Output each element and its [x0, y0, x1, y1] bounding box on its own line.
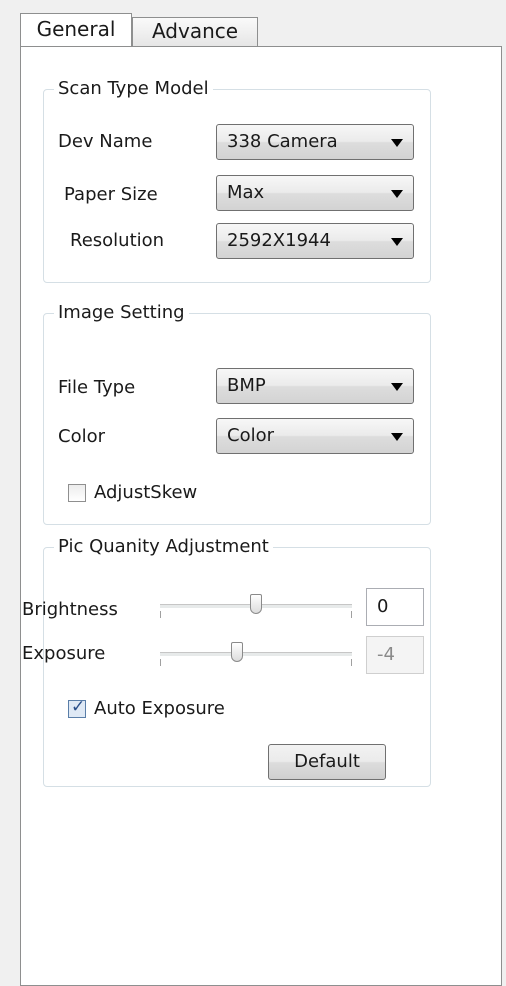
brightness-slider[interactable]: [160, 594, 352, 618]
chevron-down-icon: [391, 238, 403, 246]
resolution-label: Resolution: [70, 230, 164, 251]
dev-name-label: Dev Name: [58, 131, 153, 152]
checkmark-icon: ✓: [71, 697, 86, 717]
auto-exposure-label[interactable]: Auto Exposure: [94, 697, 225, 721]
resolution-select[interactable]: 2592X1944: [216, 223, 414, 259]
brightness-slider-thumb[interactable]: [250, 594, 262, 614]
pic-quality-group: Pic Quanity Adjustment Brightness 0 Expo…: [22, 535, 431, 787]
brightness-label: Brightness: [22, 599, 118, 620]
exposure-slider-thumb[interactable]: [231, 642, 243, 662]
exposure-label: Exposure: [22, 643, 106, 664]
paper-size-label: Paper Size: [64, 184, 158, 205]
chevron-down-icon: [391, 139, 403, 147]
default-button[interactable]: Default: [268, 744, 386, 780]
chevron-down-icon: [391, 383, 403, 391]
tab-general[interactable]: General: [20, 13, 132, 46]
scan-type-group: Scan Type Model Dev Name 338 Camera Pape…: [43, 77, 431, 283]
adjust-skew-checkbox[interactable]: [68, 484, 86, 502]
dev-name-value: 338 Camera: [227, 131, 338, 152]
color-value: Color: [227, 425, 274, 446]
file-type-label: File Type: [58, 377, 136, 398]
file-type-value: BMP: [227, 375, 266, 396]
image-setting-group: Image Setting File Type BMP Color Color …: [43, 301, 431, 525]
exposure-value-field[interactable]: -4: [366, 636, 424, 674]
paper-size-select[interactable]: Max: [216, 175, 414, 211]
tab-advance[interactable]: Advance: [132, 17, 258, 46]
resolution-value: 2592X1944: [227, 230, 331, 251]
scan-type-title: Scan Type Model: [54, 77, 213, 101]
pic-quality-title: Pic Quanity Adjustment: [54, 535, 273, 559]
brightness-value-field[interactable]: 0: [366, 588, 424, 626]
paper-size-value: Max: [227, 182, 265, 203]
color-label: Color: [58, 426, 105, 447]
color-select[interactable]: Color: [216, 418, 414, 454]
chevron-down-icon: [391, 190, 403, 198]
dev-name-select[interactable]: 338 Camera: [216, 124, 414, 160]
auto-exposure-checkbox[interactable]: ✓: [68, 697, 86, 718]
image-setting-title: Image Setting: [54, 301, 189, 325]
adjust-skew-label[interactable]: AdjustSkew: [94, 481, 197, 505]
chevron-down-icon: [391, 433, 403, 441]
exposure-slider[interactable]: [160, 642, 352, 666]
tab-panel-general: Scan Type Model Dev Name 338 Camera Pape…: [20, 46, 502, 986]
file-type-select[interactable]: BMP: [216, 368, 414, 404]
